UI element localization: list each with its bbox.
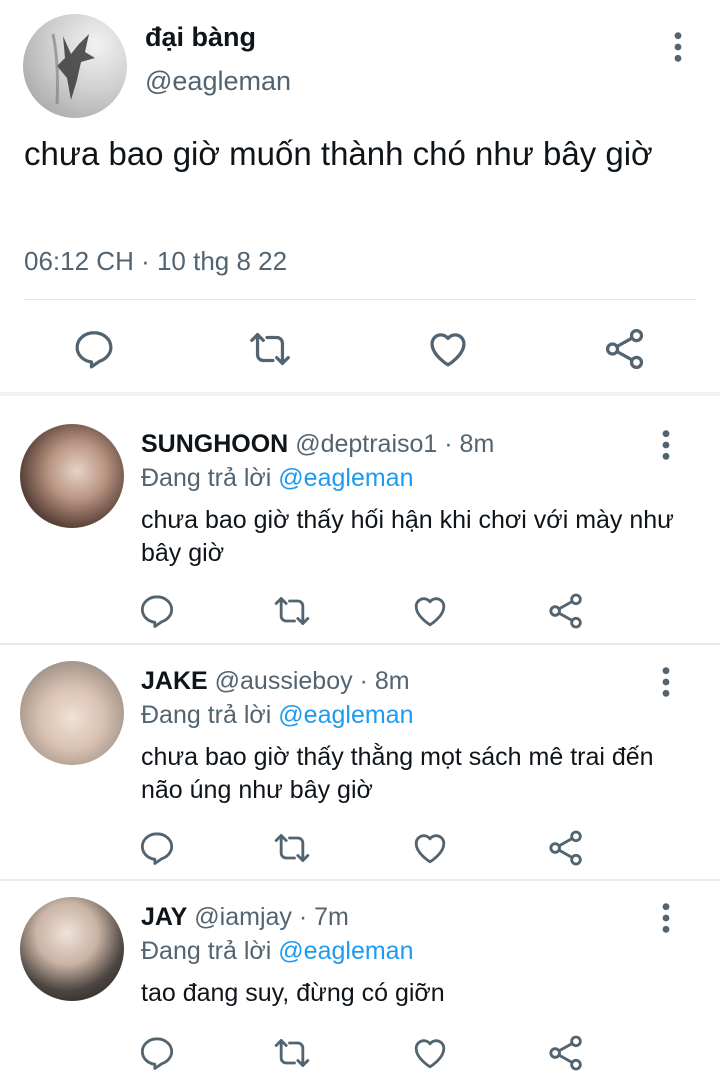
main-tweet: đại bàng @eagleman chưa bao giờ muốn thà…	[0, 0, 720, 392]
share-icon[interactable]	[546, 828, 586, 868]
replying-label: Đang trả lời	[141, 464, 272, 492]
retweet-icon[interactable]	[272, 828, 312, 868]
replying-to: Đang trả lời @eagleman	[141, 701, 413, 730]
reply-time: · 8m	[359, 667, 410, 695]
replying-label: Đang trả lời	[141, 701, 272, 729]
avatar[interactable]	[20, 897, 124, 1001]
tweet-timestamp[interactable]: 06:12 CH · 10 thg 8 22	[24, 246, 287, 277]
reply-author-name[interactable]: SUNGHOON	[141, 430, 288, 458]
reply-icon[interactable]	[71, 326, 117, 372]
share-icon[interactable]	[546, 591, 586, 631]
like-icon[interactable]	[410, 828, 450, 868]
retweet-icon[interactable]	[272, 1033, 312, 1073]
avatar[interactable]	[20, 424, 124, 528]
retweet-icon[interactable]	[247, 326, 293, 372]
reply-author-handle[interactable]: @deptraiso1	[295, 430, 437, 458]
reply-author-handle[interactable]: @aussieboy	[215, 667, 353, 695]
like-icon[interactable]	[425, 326, 471, 372]
user-handle[interactable]: @eagleman	[145, 66, 291, 97]
share-icon[interactable]	[602, 326, 648, 372]
reply-time: · 8m	[444, 430, 495, 458]
reply-author-name[interactable]: JAKE	[141, 667, 208, 695]
reply-text: chưa bao giờ thấy hối hận khi chơi với m…	[141, 506, 674, 567]
reply-actions	[0, 1033, 720, 1073]
replying-to: Đang trả lời @eagleman	[141, 937, 413, 966]
reply-icon[interactable]	[137, 1033, 177, 1073]
share-icon[interactable]	[546, 1033, 586, 1073]
mention-link[interactable]: @eagleman	[278, 937, 413, 965]
like-icon[interactable]	[410, 591, 450, 631]
display-name[interactable]: đại bàng	[145, 22, 256, 53]
tweet-actions	[0, 326, 720, 372]
replying-to: Đang trả lời @eagleman	[141, 464, 413, 493]
reply-icon[interactable]	[137, 591, 177, 631]
reply-author-handle[interactable]: @iamjay	[194, 903, 292, 931]
more-options-icon[interactable]	[652, 665, 680, 699]
eagle-icon	[51, 33, 95, 105]
reply-text: chưa bao giờ thấy thằng mọt sách mê trai…	[141, 743, 654, 804]
reply-icon[interactable]	[137, 828, 177, 868]
more-options-icon[interactable]	[652, 428, 680, 462]
divider	[24, 299, 696, 300]
reply-item[interactable]: JAY @iamjay · 7m Đang trả lời @eagleman …	[0, 881, 720, 1081]
reply-item[interactable]: JAKE @aussieboy · 8m Đang trả lời @eagle…	[0, 645, 720, 879]
reply-item[interactable]: SUNGHOON @deptraiso1 · 8m Đang trả lời @…	[0, 396, 720, 643]
avatar[interactable]	[23, 14, 127, 118]
reply-actions	[0, 591, 720, 631]
like-icon[interactable]	[410, 1033, 450, 1073]
mention-link[interactable]: @eagleman	[278, 701, 413, 729]
reply-actions	[0, 828, 720, 868]
more-options-icon[interactable]	[652, 901, 680, 935]
replying-label: Đang trả lời	[141, 937, 272, 965]
reply-text: tao đang suy, đừng có giỡn	[141, 979, 445, 1007]
mention-link[interactable]: @eagleman	[278, 464, 413, 492]
tweet-text: chưa bao giờ muốn thành chó như bây giờ	[24, 135, 653, 172]
reply-author-name[interactable]: JAY	[141, 903, 187, 931]
avatar[interactable]	[20, 661, 124, 765]
more-options-icon[interactable]	[664, 30, 692, 64]
reply-time: · 7m	[298, 903, 349, 931]
retweet-icon[interactable]	[272, 591, 312, 631]
